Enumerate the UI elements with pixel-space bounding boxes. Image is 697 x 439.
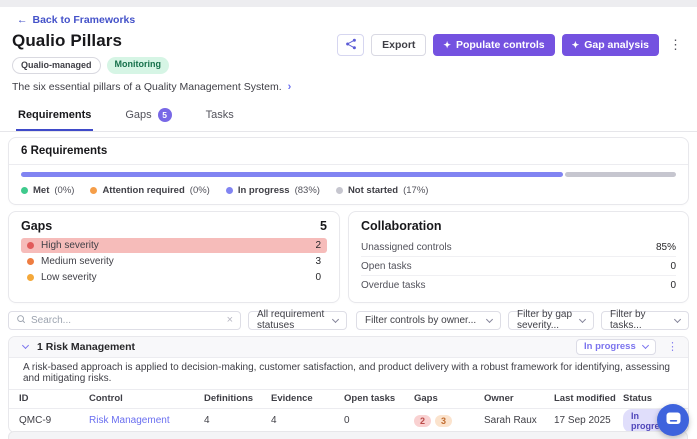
requirement-status-filter[interactable]: All requirement statuses [248,311,347,330]
in-progress-dot-icon [226,187,233,194]
section-header-risk-management[interactable]: 1 Risk Management In progress ⋮ [9,337,688,358]
next-section-partial-header[interactable] [8,431,688,439]
chat-widget-button[interactable] [657,404,689,436]
progress-not-started [565,172,676,177]
tab-tasks-label: Tasks [206,109,234,121]
gap-severity-filter[interactable]: Filter by gap severity... [508,311,594,330]
tasks-filter[interactable]: Filter by tasks... [601,311,689,330]
qualio-managed-badge: Qualio-managed [12,57,101,74]
collaboration-card-title: Collaboration [361,219,442,233]
table-header-row: ID Control Definitions Evidence Open tas… [9,390,688,409]
chevron-down-icon [642,342,649,349]
medium-severity-dot-icon [27,258,34,265]
back-arrow-icon: ← [17,14,28,26]
last-modified-date: 17 Sep 2025 [554,415,623,426]
low-severity-dot-icon [27,274,34,281]
share-button[interactable] [337,34,364,56]
section-status-dropdown[interactable]: In progress [576,339,656,355]
search-box[interactable]: × [8,311,241,330]
share-icon [345,38,357,53]
chevron-down-icon [674,316,681,323]
control-link[interactable]: Risk Management [89,415,170,426]
evidence-count: 4 [271,415,344,426]
chevron-down-icon [486,316,493,323]
legend-met: Met (0%) [21,185,74,196]
chat-bubble-icon [666,412,681,429]
not-started-dot-icon [336,187,343,194]
gaps-count-badge: 5 [158,108,172,122]
framework-description: The six essential pillars of a Quality M… [12,81,282,93]
progress-in-progress [21,172,563,177]
filter-bar: × All requirement statuses Filter contro… [8,311,689,330]
collab-row-unassigned-controls: Unassigned controls 85% [361,238,676,257]
gaps-summary-card: Gaps 5 High severity 2 Medium severity 3… [8,211,340,303]
medium-gap-badge: 3 [435,415,452,427]
collaboration-card: Collaboration Unassigned controls 85% Op… [348,211,689,303]
requirements-summary-panel: 6 Requirements Met (0%) Attention requir… [8,137,689,205]
section-kebab-menu[interactable]: ⋮ [665,340,680,353]
legend-in-progress: In progress (83%) [226,185,320,196]
search-icon [16,314,26,327]
gaps-row-high-severity: High severity 2 [21,238,327,253]
browser-top-strip [0,0,697,7]
export-label: Export [382,39,415,51]
section-description: A risk-based approach is applied to deci… [9,358,688,390]
populate-controls-button[interactable]: ✦ Populate controls [433,34,554,56]
chevron-down-icon [332,316,339,323]
gaps-row-medium-severity: Medium severity 3 [21,254,327,269]
back-link-label: Back to Frameworks [33,14,136,26]
table-row: QMC-9 Risk Management 4 4 0 2 3 Sarah Ra… [9,409,688,432]
tab-gaps-label: Gaps [125,109,151,121]
sparkle-icon: ✦ [443,41,451,50]
control-id: QMC-9 [19,415,89,426]
requirements-progress-bar [21,172,676,177]
page-title: Qualio Pillars [12,31,291,51]
high-severity-dot-icon [27,242,34,249]
gap-analysis-button[interactable]: ✦ Gap analysis [562,34,659,56]
gaps-card-title: Gaps [21,219,52,233]
owner-filter[interactable]: Filter controls by owner... [356,311,501,330]
legend-attention-required: Attention required (0%) [90,185,209,196]
attention-dot-icon [90,187,97,194]
back-to-frameworks-link[interactable]: ← Back to Frameworks [17,14,135,26]
gaps-card-total: 5 [320,219,327,233]
legend-not-started: Not started (17%) [336,185,429,196]
gap-analysis-label: Gap analysis [584,39,649,51]
definitions-count: 4 [204,415,271,426]
met-dot-icon [21,187,28,194]
clear-search-icon[interactable]: × [227,315,233,326]
expand-description-icon[interactable]: › [288,81,292,93]
export-button[interactable]: Export [371,34,426,56]
collab-row-overdue-tasks: Overdue tasks 0 [361,276,676,294]
tab-requirements-label: Requirements [18,109,91,121]
collapse-chevron-icon[interactable] [22,342,29,349]
collab-row-open-tasks: Open tasks 0 [361,257,676,276]
section-title: 1 Risk Management [37,341,135,353]
high-gap-badge: 2 [414,415,431,427]
tab-tasks[interactable]: Tasks [204,102,236,131]
monitoring-badge: Monitoring [107,57,170,74]
requirement-section-risk-management: 1 Risk Management In progress ⋮ A risk-b… [8,336,689,433]
populate-controls-label: Populate controls [456,39,545,51]
owner-name: Sarah Raux [484,415,554,426]
header-kebab-menu[interactable]: ⋮ [666,37,685,53]
tab-requirements[interactable]: Requirements [16,102,93,131]
progress-legend: Met (0%) Attention required (0%) In prog… [21,185,676,196]
search-input[interactable] [31,315,222,326]
tab-bar: Requirements Gaps 5 Tasks [0,102,697,132]
tab-gaps[interactable]: Gaps 5 [123,102,173,131]
sparkle-icon: ✦ [572,41,580,50]
page-header: ← Back to Frameworks Qualio Pillars Qual… [0,7,697,93]
gaps-row-low-severity: Low severity 0 [21,270,327,285]
chevron-down-icon [579,316,586,323]
open-tasks-count: 0 [344,415,414,426]
requirements-summary-title: 6 Requirements [9,138,688,165]
